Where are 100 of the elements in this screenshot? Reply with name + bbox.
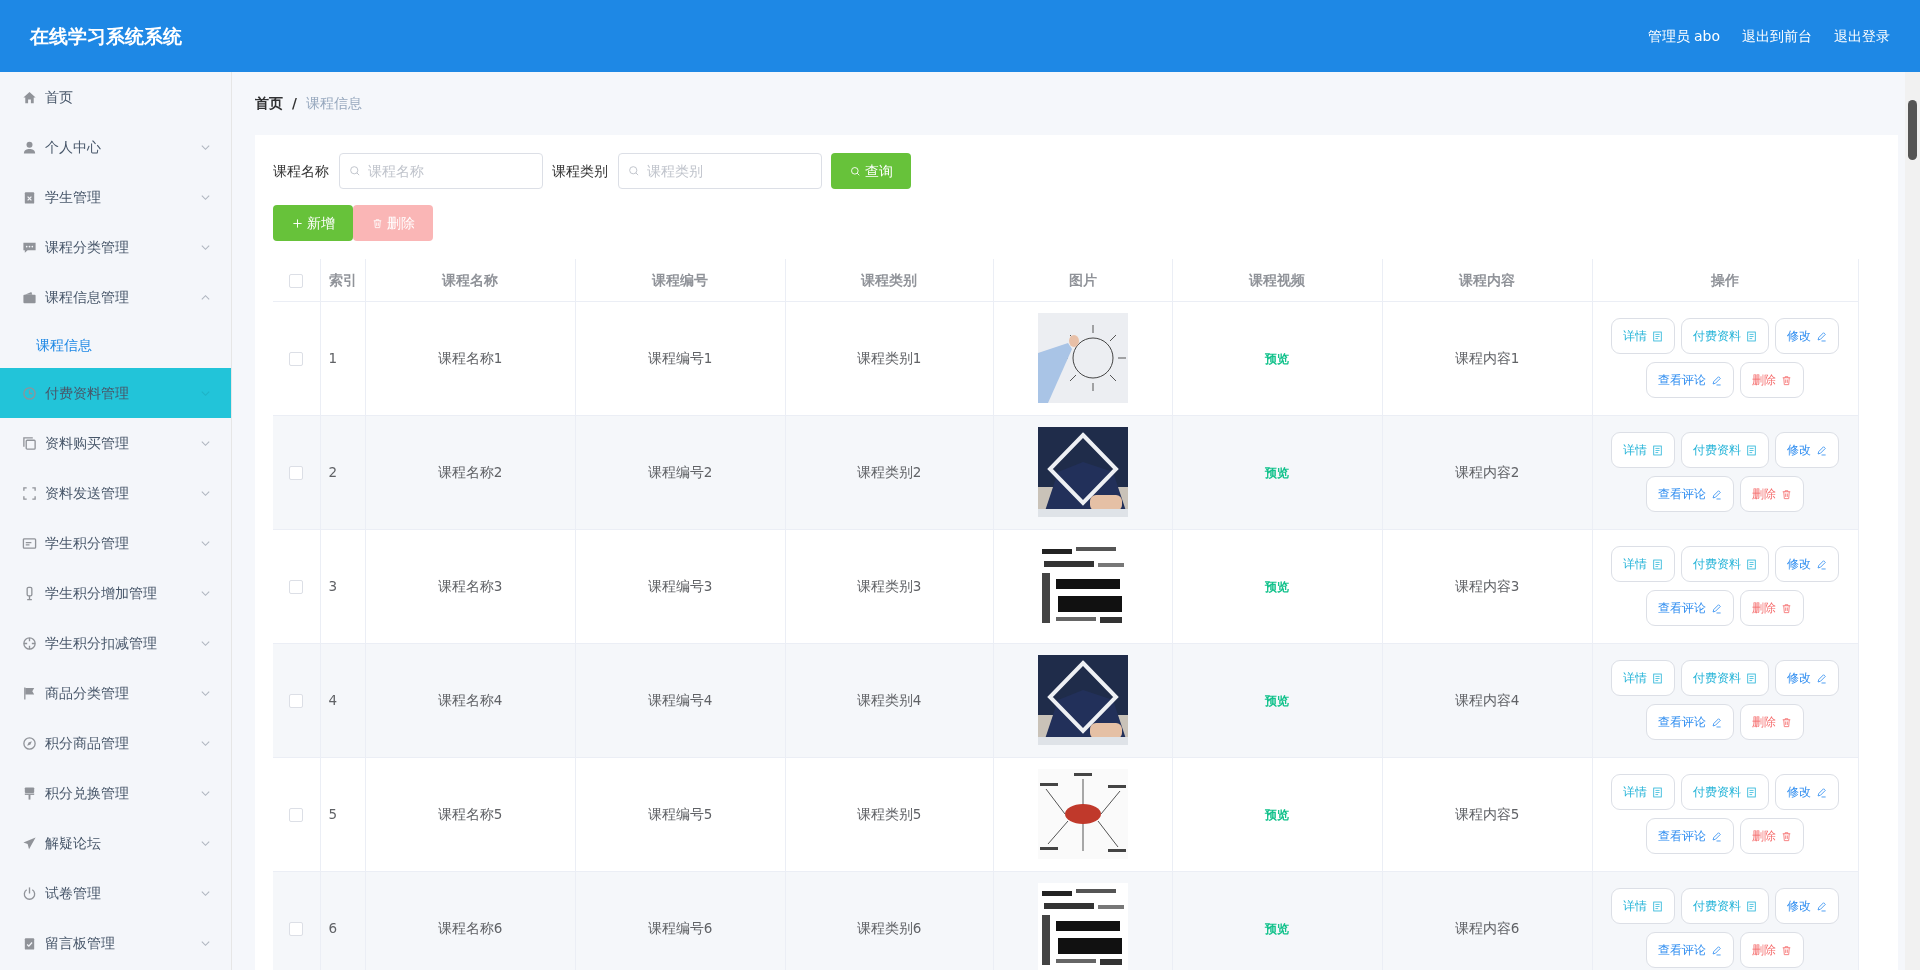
- detail-button[interactable]: 详情: [1611, 432, 1675, 468]
- detail-button[interactable]: 付费资料: [1681, 774, 1769, 810]
- table-cell: 课程名称4: [365, 643, 575, 757]
- row-checkbox[interactable]: [289, 351, 304, 366]
- row-checkbox[interactable]: [289, 921, 304, 936]
- submenu-item[interactable]: 课程信息: [0, 322, 231, 368]
- row-checkbox[interactable]: [289, 579, 304, 594]
- detail-button[interactable]: 详情: [1611, 318, 1675, 354]
- table-cell: 课程编号6: [575, 871, 785, 970]
- detail-button[interactable]: 详情: [1611, 660, 1675, 696]
- edit-button[interactable]: 查看评论: [1646, 590, 1734, 626]
- sidebar-item[interactable]: 资料发送管理: [0, 468, 231, 518]
- row-checkbox[interactable]: [289, 807, 304, 822]
- detail-button[interactable]: 付费资料: [1681, 888, 1769, 924]
- detail-button[interactable]: 详情: [1611, 774, 1675, 810]
- delete-button[interactable]: 删除: [1740, 704, 1804, 740]
- delete-button[interactable]: 删除: [1740, 818, 1804, 854]
- table-cell: 3: [320, 529, 365, 643]
- pencil-icon: [1711, 830, 1722, 842]
- pencil-icon: [1711, 488, 1722, 500]
- row-checkbox[interactable]: [289, 693, 304, 708]
- edit-button[interactable]: 查看评论: [1646, 362, 1734, 398]
- sidebar-item[interactable]: 试卷管理: [0, 868, 231, 918]
- table-cell: 课程类别3: [785, 529, 993, 643]
- wallet-icon: [22, 289, 37, 305]
- sidebar-item[interactable]: 积分商品管理: [0, 718, 231, 768]
- table-cell: 课程类别5: [785, 757, 993, 871]
- sidebar-item[interactable]: 课程信息管理: [0, 272, 231, 322]
- home-icon: [22, 89, 37, 105]
- delete-button[interactable]: 删除: [1740, 932, 1804, 968]
- frontend-link[interactable]: 退出到前台: [1742, 25, 1812, 47]
- scrollbar[interactable]: [1905, 72, 1920, 970]
- table-cell: 课程编号1: [575, 301, 785, 415]
- sidebar-item[interactable]: 商品分类管理: [0, 668, 231, 718]
- logout-link[interactable]: 退出登录: [1834, 25, 1890, 47]
- column-header: 操作: [1711, 271, 1739, 288]
- detail-button[interactable]: 付费资料: [1681, 318, 1769, 354]
- edit-button[interactable]: 修改: [1775, 318, 1839, 354]
- preview-link[interactable]: 预览: [1265, 351, 1289, 366]
- table-cell: 课程内容6: [1382, 871, 1592, 970]
- edit-button[interactable]: 查看评论: [1646, 476, 1734, 512]
- detail-button[interactable]: 付费资料: [1681, 546, 1769, 582]
- detail-button[interactable]: 付费资料: [1681, 660, 1769, 696]
- preview-link[interactable]: 预览: [1265, 693, 1289, 708]
- trash-icon: [1781, 944, 1792, 956]
- sidebar-item[interactable]: 首页: [0, 72, 231, 122]
- preview-link[interactable]: 预览: [1265, 807, 1289, 822]
- sidebar-item[interactable]: 积分兑换管理: [0, 768, 231, 818]
- table-cell: 5: [320, 757, 365, 871]
- edit-button[interactable]: 修改: [1775, 888, 1839, 924]
- edit-button[interactable]: 修改: [1775, 660, 1839, 696]
- send-icon: [22, 835, 37, 851]
- delete-button[interactable]: 删除: [1740, 590, 1804, 626]
- sidebar-item[interactable]: 课程分类管理: [0, 222, 231, 272]
- field-label: 课程类别: [552, 161, 608, 181]
- search-field[interactable]: 课程名称: [339, 153, 543, 189]
- sidebar-item[interactable]: 留言板管理: [0, 918, 231, 968]
- trash-icon: [1781, 602, 1792, 614]
- copy-icon: [22, 435, 37, 451]
- search-field[interactable]: 课程类别: [618, 153, 822, 189]
- sidebar-item[interactable]: 学生积分增加管理: [0, 568, 231, 618]
- detail-button[interactable]: 详情: [1611, 888, 1675, 924]
- trash-icon: [371, 217, 383, 229]
- edit-button[interactable]: 修改: [1775, 432, 1839, 468]
- edit-button[interactable]: 修改: [1775, 774, 1839, 810]
- sidebar-item[interactable]: 付费资料管理: [0, 368, 231, 418]
- table-cell: 课程名称2: [365, 415, 575, 529]
- sidebar-item[interactable]: 学生积分扣减管理: [0, 618, 231, 668]
- trash-icon: [1781, 374, 1792, 386]
- breadcrumb-item[interactable]: 首页: [255, 93, 283, 114]
- trash-icon: [1781, 716, 1792, 728]
- select-all-checkbox[interactable]: [289, 273, 304, 288]
- sidebar-item[interactable]: 资料购买管理: [0, 418, 231, 468]
- detail-button[interactable]: 详情: [1611, 546, 1675, 582]
- table-cell: 课程名称3: [365, 529, 575, 643]
- document-icon: [1746, 900, 1757, 912]
- pencil-icon: [1711, 602, 1722, 614]
- delete-button[interactable]: 删除: [1740, 362, 1804, 398]
- search-button[interactable]: 查询: [831, 153, 911, 189]
- sidebar-item[interactable]: 学生管理: [0, 172, 231, 222]
- preview-link[interactable]: 预览: [1265, 921, 1289, 936]
- document-icon: [1746, 672, 1757, 684]
- document-icon: [1652, 558, 1663, 570]
- row-checkbox[interactable]: [289, 465, 304, 480]
- edit-button[interactable]: 查看评论: [1646, 704, 1734, 740]
- edit-button[interactable]: 查看评论: [1646, 818, 1734, 854]
- edit-button[interactable]: 修改: [1775, 546, 1839, 582]
- sidebar-item[interactable]: 个人中心: [0, 122, 231, 172]
- user-link[interactable]: 管理员 abo: [1647, 25, 1720, 47]
- sidebar-item[interactable]: 解疑论坛: [0, 818, 231, 868]
- detail-button[interactable]: 付费资料: [1681, 432, 1769, 468]
- trash-icon: [1781, 830, 1792, 842]
- edit-button[interactable]: 查看评论: [1646, 932, 1734, 968]
- clipboard-icon: [22, 189, 37, 205]
- add-button[interactable]: 新增: [273, 205, 353, 241]
- sidebar-item[interactable]: 学生积分管理: [0, 518, 231, 568]
- preview-link[interactable]: 预览: [1265, 579, 1289, 594]
- preview-link[interactable]: 预览: [1265, 465, 1289, 480]
- card-icon: [22, 535, 37, 551]
- delete-button[interactable]: 删除: [1740, 476, 1804, 512]
